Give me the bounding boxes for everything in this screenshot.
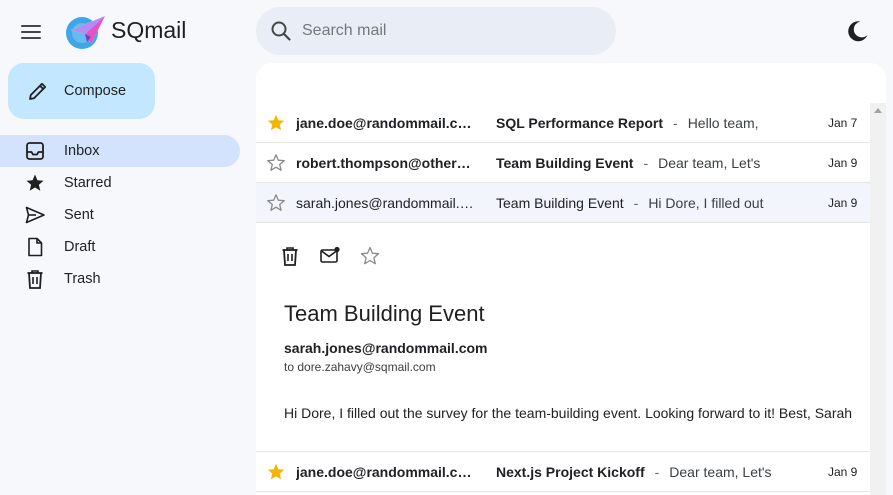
- email-detail: Team Building Event sarah.jones@randomma…: [256, 223, 870, 452]
- trash-icon: [27, 270, 43, 289]
- star-outline-icon[interactable]: [359, 245, 381, 267]
- delete-icon[interactable]: [279, 245, 301, 267]
- email-row[interactable]: jane.doe@randommail.com SQL Performance …: [256, 103, 870, 143]
- hamburger-menu-icon: [21, 25, 41, 39]
- search-bar[interactable]: [256, 7, 616, 55]
- send-icon: [25, 206, 45, 224]
- email-row[interactable]: robert.thompson@othermail.com Team Build…: [256, 143, 870, 183]
- email-date: Jan 7: [828, 116, 858, 130]
- email-summary: Team Building Event - Dear team, Let's: [496, 155, 796, 171]
- email-row[interactable]: jane.doe@randommail.com Next.js Project …: [256, 452, 870, 492]
- sidebar-item-label: Draft: [64, 239, 96, 255]
- email-date: Jan 9: [828, 196, 858, 210]
- compose-label: Compose: [64, 83, 127, 99]
- email-subject: Team Building Event: [496, 155, 634, 171]
- separator: -: [654, 464, 660, 480]
- draft-icon: [28, 237, 43, 257]
- email-sender: robert.thompson@othermail.com: [296, 155, 474, 171]
- email-detail-body: Hi Dore, I filled out the survey for the…: [284, 405, 853, 421]
- main-menu-button[interactable]: [17, 18, 45, 46]
- star-outline-icon[interactable]: [266, 193, 286, 213]
- email-subject: Team Building Event: [496, 195, 624, 211]
- sidebar-item-label: Trash: [64, 271, 101, 287]
- email-detail-recipient: to dore.zahavy@sqmail.com: [284, 360, 436, 374]
- compose-button[interactable]: Compose: [8, 63, 155, 119]
- email-summary: Next.js Project Kickoff - Dear team, Let's: [496, 464, 796, 480]
- app-name: SQmail: [111, 17, 187, 43]
- email-summary: SQL Performance Report - Hello team,: [496, 115, 796, 131]
- email-detail-subject: Team Building Event: [284, 301, 485, 326]
- search-icon[interactable]: [269, 19, 293, 43]
- email-snippet: Hello team,: [687, 115, 759, 131]
- email-detail-sender: sarah.jones@randommail.com: [284, 340, 488, 356]
- sidebar-item-label: Sent: [64, 207, 94, 223]
- separator: -: [643, 155, 649, 171]
- email-snippet: Dear team, Let's: [658, 155, 761, 171]
- mail-panel: jane.doe@randommail.com SQL Performance …: [256, 63, 886, 495]
- mark-unread-icon[interactable]: [319, 245, 341, 267]
- sidebar-item-draft[interactable]: Draft: [0, 231, 240, 263]
- separator: -: [633, 195, 639, 211]
- email-date: Jan 9: [828, 465, 858, 479]
- pencil-icon: [29, 82, 47, 100]
- sidebar-item-sent[interactable]: Sent: [0, 199, 240, 231]
- email-snippet: Hi Dore, I filled out: [648, 195, 764, 211]
- sqmail-logo-icon: [66, 16, 105, 49]
- email-summary: Team Building Event - Hi Dore, I filled ou…: [496, 195, 796, 211]
- sidebar-item-trash[interactable]: Trash: [0, 263, 240, 295]
- star-filled-icon[interactable]: [266, 462, 286, 482]
- sidebar-item-starred[interactable]: Starred: [0, 167, 240, 199]
- sidebar-item-inbox[interactable]: Inbox: [0, 135, 240, 167]
- scrollbar[interactable]: [870, 103, 886, 495]
- scroll-up-arrow-icon[interactable]: [874, 108, 882, 113]
- email-date: Jan 9: [828, 156, 858, 170]
- email-sender: sarah.jones@randommail.com: [296, 195, 474, 211]
- email-subject: SQL Performance Report: [496, 115, 664, 131]
- email-sender: jane.doe@randommail.com: [296, 115, 474, 131]
- email-sender: jane.doe@randommail.com: [296, 464, 474, 480]
- dark-mode-toggle-icon[interactable]: [845, 18, 871, 44]
- email-subject: Next.js Project Kickoff: [496, 464, 645, 480]
- inbox-icon: [26, 142, 44, 160]
- sidebar-item-label: Inbox: [64, 143, 100, 159]
- sidebar-item-label: Starred: [64, 175, 112, 191]
- star-filled-icon[interactable]: [266, 113, 286, 133]
- email-row-selected[interactable]: sarah.jones@randommail.com Team Building…: [256, 183, 870, 223]
- email-snippet: Dear team, Let's: [669, 464, 772, 480]
- star-icon: [26, 174, 44, 191]
- separator: -: [673, 115, 678, 131]
- star-outline-icon[interactable]: [266, 153, 286, 173]
- search-input[interactable]: [302, 7, 602, 55]
